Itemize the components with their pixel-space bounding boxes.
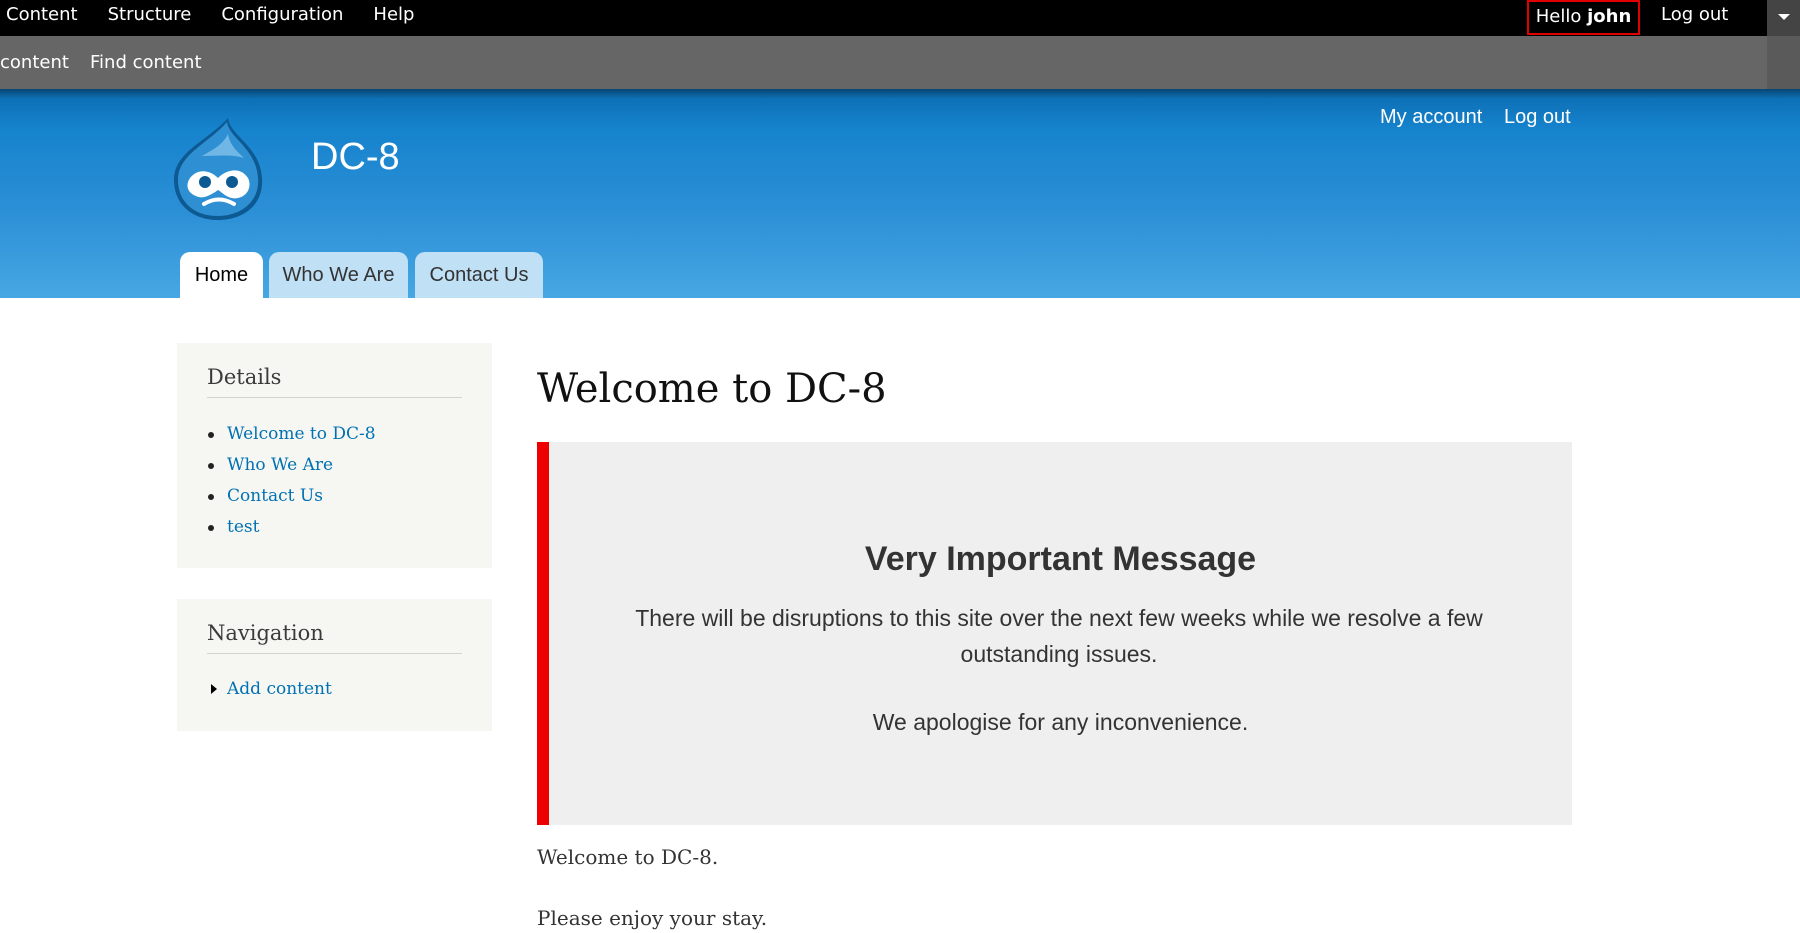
details-link-test[interactable]: test (207, 512, 376, 543)
admin-menu: Content Structure Configuration Help (6, 0, 444, 36)
toolbar-content-link[interactable]: Content (6, 0, 78, 36)
navigation-block: Navigation Add content (177, 599, 492, 731)
nav-link-label: Add content (227, 679, 332, 699)
collapsed-arrow-icon (211, 684, 217, 694)
important-message-box: Very Important Message There will be dis… (537, 442, 1572, 825)
site-name[interactable]: DC-8 (311, 136, 400, 179)
page-title: Welcome to DC-8 (537, 366, 887, 412)
bullet (208, 525, 214, 531)
shortcut-add-content[interactable]: content (0, 36, 69, 89)
my-account-link[interactable]: My account (1380, 106, 1482, 129)
details-list: Welcome to DC-8 Who We Are Contact Us te… (207, 419, 376, 543)
details-link-welcome[interactable]: Welcome to DC-8 (207, 419, 376, 450)
header-logout-link[interactable]: Log out (1504, 106, 1571, 129)
body-enjoy-text: Please enjoy your stay. (537, 906, 768, 930)
bullet (208, 463, 214, 469)
admin-toolbar: Content Structure Configuration Help Hel… (0, 0, 1800, 36)
shortcuts-toggle-button[interactable] (1767, 0, 1800, 36)
hello-user-link[interactable]: Hello john (1527, 0, 1640, 35)
details-link-label: Welcome to DC-8 (227, 424, 376, 444)
nav-link-add-content[interactable]: Add content (207, 674, 332, 705)
notice-heading: Very Important Message (864, 540, 1257, 578)
details-title: Details (207, 365, 462, 398)
tab-who-we-are[interactable]: Who We Are (269, 252, 408, 298)
toolbar-configuration-link[interactable]: Configuration (221, 0, 343, 36)
navigation-list: Add content (207, 674, 332, 705)
details-link-label: Contact Us (227, 486, 323, 506)
user-name: john (1587, 6, 1632, 27)
bullet (208, 494, 214, 500)
notice-text-disruptions: There will be disruptions to this site o… (635, 605, 1483, 667)
toolbar-help-link[interactable]: Help (373, 0, 414, 36)
body-welcome-text: Welcome to DC-8. (537, 845, 719, 869)
details-link-label: Who We Are (227, 455, 334, 475)
bullet (208, 432, 214, 438)
details-block: Details Welcome to DC-8 Who We Are Conta… (177, 343, 492, 568)
notice-text-apology: We apologise for any inconvenience. (872, 709, 1249, 735)
toolbar-logout-link[interactable]: Log out (1661, 0, 1728, 30)
shortcuts-side-strip (1767, 36, 1800, 89)
toolbar-structure-link[interactable]: Structure (108, 0, 192, 36)
drupal-logo-icon[interactable] (172, 116, 266, 222)
header-shadow (0, 89, 1800, 99)
details-link-who-we-are[interactable]: Who We Are (207, 450, 376, 481)
hello-prefix: Hello (1535, 6, 1588, 27)
tab-contact-us[interactable]: Contact Us (415, 252, 543, 298)
shortcuts-bar: content Find content (0, 36, 1800, 89)
shortcut-find-content[interactable]: Find content (90, 36, 202, 89)
details-link-label: test (227, 517, 260, 537)
details-link-contact-us[interactable]: Contact Us (207, 481, 376, 512)
tab-home[interactable]: Home (180, 252, 263, 298)
navigation-title: Navigation (207, 621, 462, 654)
